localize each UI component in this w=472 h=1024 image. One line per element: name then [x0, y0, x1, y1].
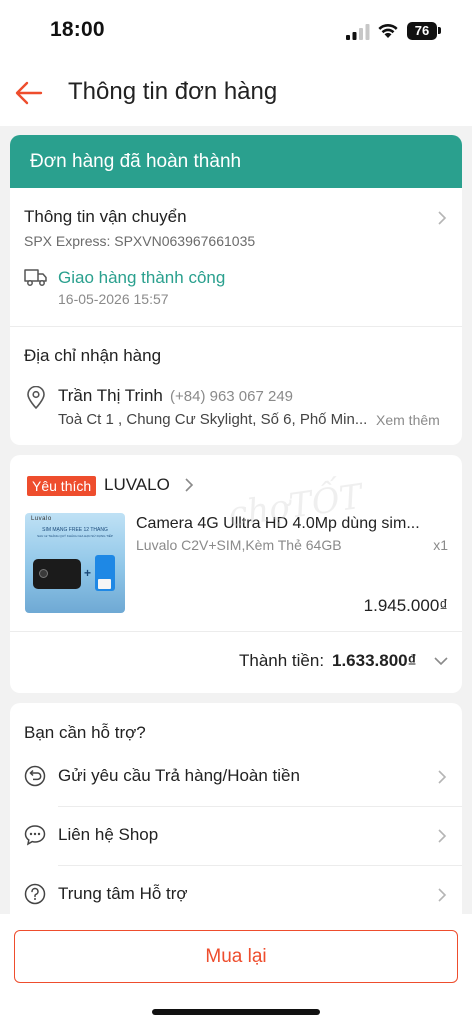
- shop-name: LUVALO: [104, 475, 170, 494]
- product-variant: Luvalo C2V+SIM,Kèm Thẻ 64GB: [136, 537, 342, 553]
- see-more-link[interactable]: Xem thêm: [376, 412, 440, 428]
- nav-bar: Thông tin đơn hàng: [0, 62, 472, 126]
- home-indicator[interactable]: [152, 1009, 320, 1015]
- total-value: 1.633.800₫: [332, 651, 417, 670]
- recipient-name: Trần Thị Trinh: [58, 386, 163, 405]
- wifi-icon: [378, 23, 398, 38]
- page-title: Thông tin đơn hàng: [68, 78, 278, 105]
- battery-tip: [438, 27, 441, 34]
- support-card: Bạn cần hỗ trợ? Gửi yêu cầu Trả hàng/Hoà…: [10, 703, 462, 943]
- support-title: Bạn cần hỗ trợ?: [24, 723, 146, 742]
- chat-icon: [24, 825, 46, 846]
- shipping-carrier: SPX Express: SPXVN063967661035: [24, 233, 256, 249]
- cellular-signal-icon: [346, 24, 370, 40]
- truck-icon: [24, 269, 47, 286]
- order-total-row[interactable]: Thành tiền: 1.633.800₫: [10, 632, 462, 693]
- order-status-banner: Đơn hàng đã hoàn thành: [10, 135, 462, 188]
- address-title: Địa chỉ nhận hàng: [24, 346, 162, 365]
- shipping-title: Thông tin vận chuyển: [24, 207, 187, 226]
- return-icon: [24, 765, 46, 787]
- delivery-address-row: Địa chỉ nhận hàng Trần Thị Trinh (+84) 9…: [10, 327, 462, 445]
- support-item-label: Trung tâm Hỗ trợ: [58, 884, 188, 903]
- support-item-label: Liên hệ Shop: [58, 825, 159, 844]
- back-arrow-icon[interactable]: [14, 78, 44, 108]
- bottom-action-bar: Mua lại: [0, 914, 472, 1024]
- order-info-card: Đơn hàng đã hoàn thành Thông tin vận chu…: [10, 135, 462, 445]
- status-time: 18:00: [50, 18, 105, 41]
- product-image-caption: SAU 12 THÁNG QUÝ KHÁCH GIA HẠN SỬ DỤNG T…: [37, 534, 113, 538]
- chevron-right-icon: [438, 770, 447, 784]
- chevron-down-icon: [434, 657, 448, 666]
- support-item-return-refund[interactable]: Gửi yêu cầu Trả hàng/Hoàn tiền: [10, 747, 462, 806]
- shipping-status: Giao hàng thành công: [58, 268, 226, 287]
- camera-lens-shape: [39, 569, 48, 578]
- chevron-right-icon: [438, 888, 447, 902]
- shop-header[interactable]: Yêu thích LUVALO: [10, 455, 462, 505]
- product-card: Yêu thích LUVALO Luvalo SIM MẠNG FREE 12…: [10, 455, 462, 693]
- location-pin-icon: [27, 386, 45, 410]
- support-item-label: Gửi yêu cầu Trả hàng/Hoàn tiền: [58, 766, 300, 785]
- recipient-phone: (+84) 963 067 249: [170, 388, 294, 405]
- chevron-right-icon: [438, 211, 447, 225]
- shipping-timestamp: 16-05-2026 15:57: [58, 291, 169, 307]
- chevron-right-icon: [185, 478, 194, 492]
- address-line: Toà Ct 1 , Chung Cư Skylight, Số 6, Phố …: [58, 411, 368, 428]
- product-image-brand: Luvalo: [31, 516, 52, 522]
- support-item-contact-shop[interactable]: Liên hệ Shop: [10, 806, 462, 865]
- help-icon: [24, 883, 46, 905]
- total-label: Thành tiền:: [239, 651, 325, 670]
- memory-card-shape: [98, 579, 111, 589]
- product-image[interactable]: Luvalo SIM MẠNG FREE 12 THÁNG SAU 12 THÁ…: [25, 513, 125, 613]
- product-price: 1.945.000₫: [363, 596, 448, 615]
- favorite-shop-badge: Yêu thích: [27, 476, 97, 496]
- chevron-right-icon: [438, 829, 447, 843]
- status-bar: 18:00 76: [0, 0, 472, 62]
- plus-glyph: +: [84, 566, 92, 580]
- product-quantity: x1: [433, 537, 448, 553]
- product-image-banner: SIM MẠNG FREE 12 THÁNG: [42, 527, 108, 533]
- buy-again-button[interactable]: Mua lại: [14, 930, 458, 983]
- shipping-info-row[interactable]: Thông tin vận chuyển SPX Express: SPXVN0…: [10, 188, 462, 326]
- product-title[interactable]: Camera 4G Ulltra HD 4.0Mp dùng sim...: [136, 515, 420, 533]
- battery-level: 76: [407, 22, 437, 40]
